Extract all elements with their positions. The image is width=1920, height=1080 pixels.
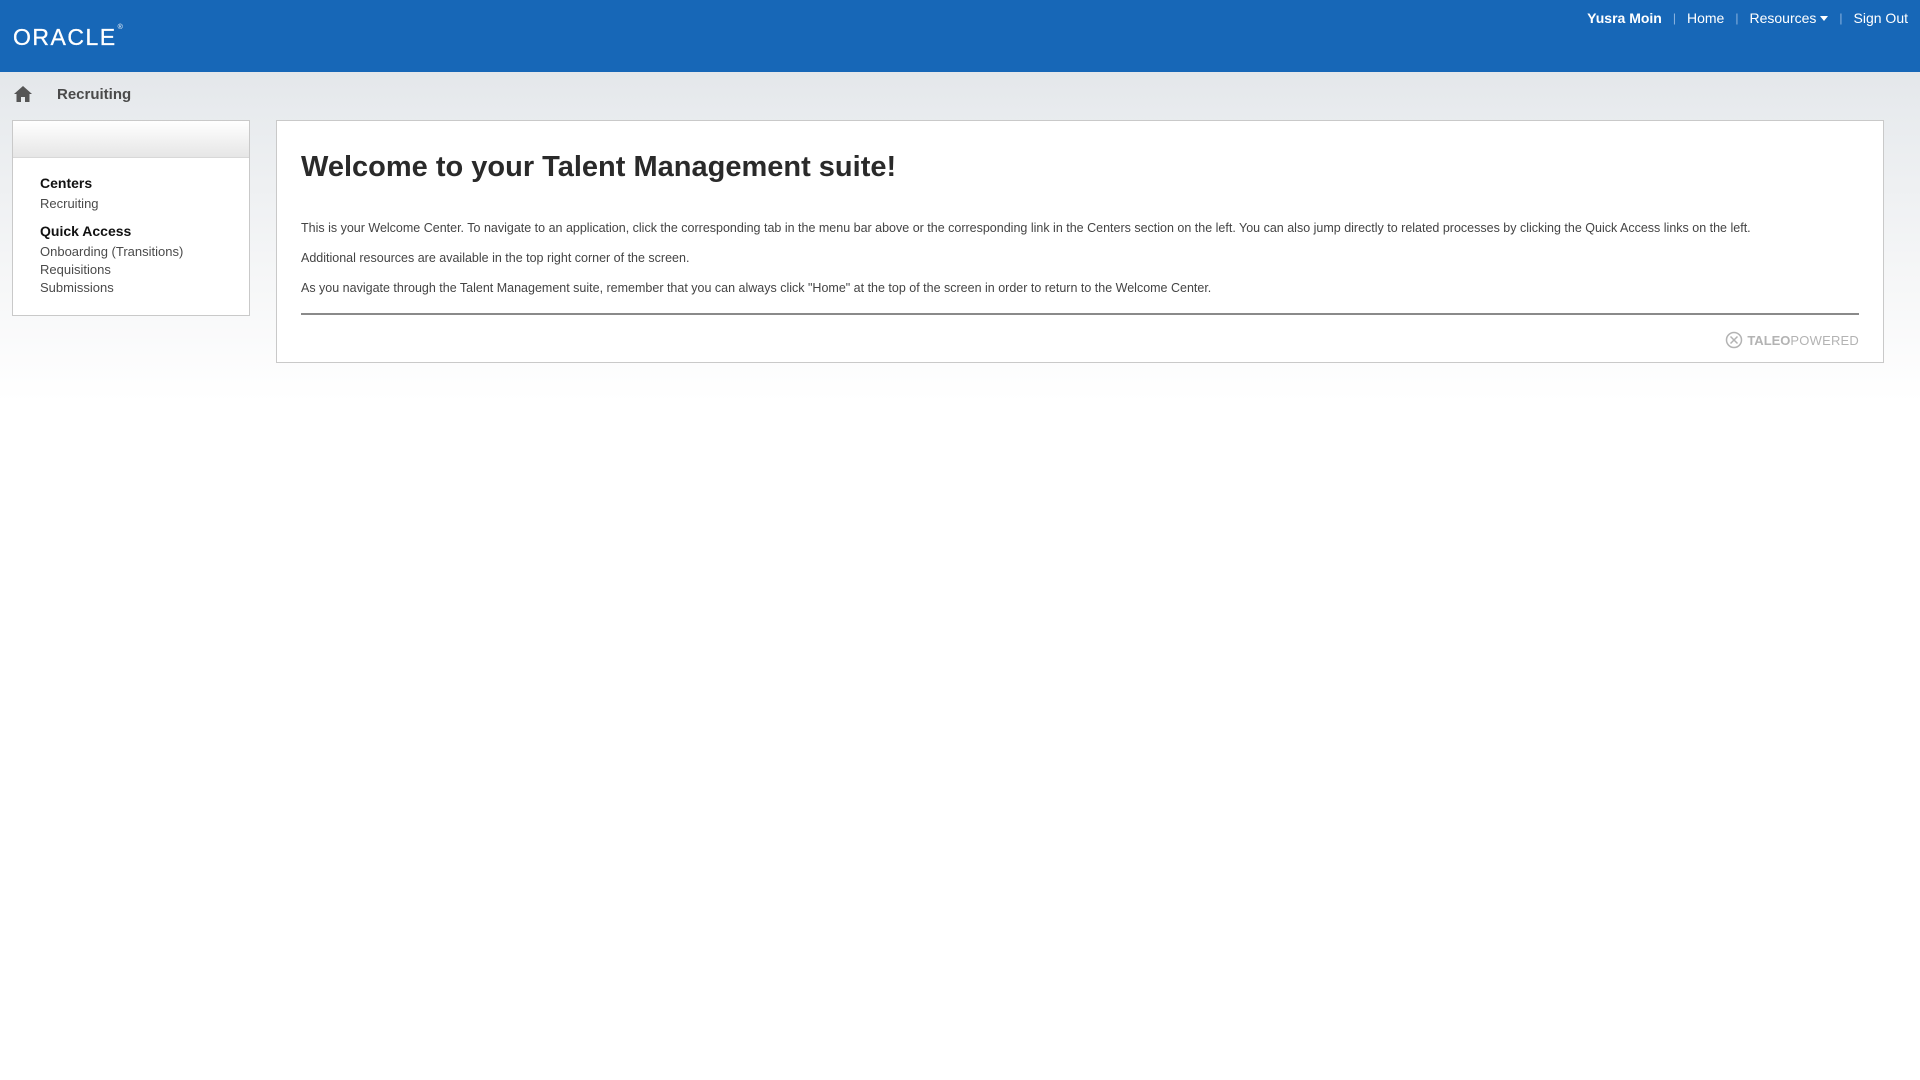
breadcrumb: Recruiting bbox=[13, 82, 131, 106]
nav-separator: | bbox=[1839, 11, 1843, 25]
centers-item-recruiting[interactable]: Recruiting bbox=[40, 195, 249, 213]
registered-mark: ® bbox=[117, 24, 125, 31]
resources-label: Resources bbox=[1749, 10, 1817, 26]
quick-access-item-requisitions[interactable]: Requisitions bbox=[40, 261, 249, 279]
user-name: Yusra Moin bbox=[1587, 10, 1662, 26]
oracle-logo: ORACLE® bbox=[13, 24, 124, 51]
breadcrumb-recruiting: Recruiting bbox=[57, 85, 132, 103]
panel-header bbox=[13, 121, 249, 158]
nav-separator: | bbox=[1672, 11, 1676, 25]
welcome-paragraph-3: As you navigate through the Talent Manag… bbox=[301, 281, 1212, 295]
taleo-brand: TALEO bbox=[1747, 332, 1791, 348]
centers-section: Centers Recruiting bbox=[40, 175, 249, 213]
taleo-powered-text: POWERED bbox=[1790, 332, 1859, 348]
taleo-icon bbox=[1726, 331, 1743, 349]
top-header-bar: ORACLE® Yusra Moin | Home | Resources | … bbox=[0, 0, 1920, 73]
home-icon[interactable] bbox=[13, 85, 33, 103]
welcome-paragraph-2: Additional resources are available in th… bbox=[301, 251, 690, 265]
welcome-paragraph-1: This is your Welcome Center. To navigate… bbox=[301, 221, 1751, 235]
left-navigation-panel: Centers Recruiting Quick Access Onboardi… bbox=[12, 120, 250, 316]
quick-access-section: Quick Access Onboarding (Transitions) Re… bbox=[40, 223, 249, 297]
nav-separator: | bbox=[1735, 11, 1739, 25]
centers-title: Centers bbox=[40, 175, 93, 191]
taleo-powered-logo: TALEO POWERED bbox=[1725, 331, 1859, 349]
sign-out-link[interactable]: Sign Out bbox=[1854, 10, 1908, 26]
welcome-panel: Welcome to your Talent Management suite!… bbox=[276, 120, 1884, 363]
quick-access-title: Quick Access bbox=[40, 223, 132, 239]
quick-access-item-submissions[interactable]: Submissions bbox=[40, 279, 249, 297]
resources-menu[interactable]: Resources bbox=[1749, 10, 1829, 26]
page-title: Welcome to your Talent Management suite! bbox=[301, 151, 897, 183]
top-navigation: Yusra Moin | Home | Resources | Sign Out bbox=[1587, 10, 1908, 26]
quick-access-item-onboarding[interactable]: Onboarding (Transitions) bbox=[40, 243, 249, 261]
caret-down-icon bbox=[1820, 15, 1829, 21]
divider bbox=[301, 313, 1859, 315]
home-link[interactable]: Home bbox=[1687, 10, 1724, 26]
logo-text: ORACLE bbox=[13, 24, 117, 50]
